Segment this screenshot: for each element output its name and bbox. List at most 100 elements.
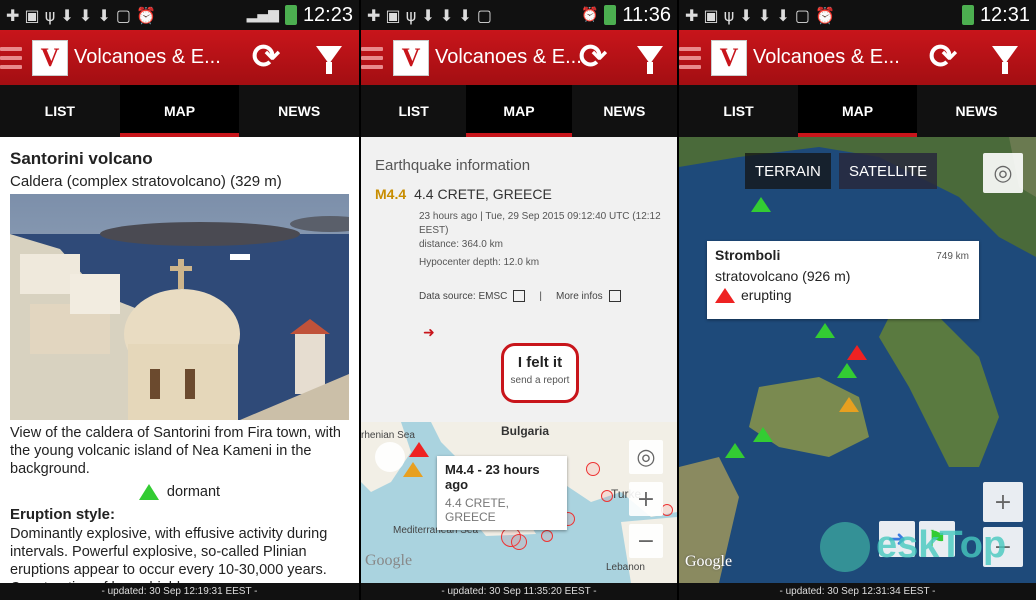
- magnitude: M4.4: [375, 186, 407, 202]
- quake-marker[interactable]: [586, 462, 600, 476]
- arrow-right-icon[interactable]: ➜: [423, 324, 663, 341]
- volcano-info-window[interactable]: Stromboli 749 km stratovolcano (926 m) e…: [707, 241, 979, 319]
- volcano-photo: [10, 194, 349, 420]
- refresh-icon[interactable]: ⟳: [925, 39, 961, 75]
- tab-map[interactable]: MAP: [466, 85, 572, 137]
- battery-icon: [604, 5, 617, 25]
- update-footer: - updated: 30 Sep 12:31:34 EEST -: [679, 583, 1036, 600]
- earthquake-summary: M4.4 4.4 CRETE, GREECE: [375, 186, 663, 202]
- battery-icon: [961, 5, 974, 25]
- terrain-button[interactable]: TERRAIN: [745, 153, 831, 189]
- quake-info-window[interactable]: M4.4 - 23 hours ago 4.4 CRETE, GREECE: [437, 456, 567, 530]
- tab-list[interactable]: LIST: [0, 85, 120, 137]
- info-title: M4.4 - 23 hours ago: [445, 462, 540, 492]
- earthquake-time: 23 hours ago | Tue, 29 Sep 2015 09:12:40…: [419, 211, 661, 236]
- tab-news[interactable]: NEWS: [917, 85, 1036, 137]
- quake-marker[interactable]: [601, 490, 613, 502]
- tab-news[interactable]: NEWS: [572, 85, 677, 137]
- app-logo: V: [32, 39, 68, 76]
- menu-icon[interactable]: [0, 46, 22, 69]
- tab-bar: LIST MAP NEWS: [679, 85, 1036, 137]
- tab-map[interactable]: MAP: [119, 85, 240, 137]
- quake-marker[interactable]: [541, 530, 553, 542]
- tab-list[interactable]: LIST: [679, 85, 798, 137]
- google-logo: Google: [365, 552, 413, 569]
- volcano-marker[interactable]: [837, 363, 857, 378]
- volcano-marker[interactable]: [847, 345, 867, 360]
- info-volcano-name: Stromboli: [715, 247, 781, 263]
- zoom-out-button[interactable]: −: [629, 524, 663, 558]
- app-title: Volcanoes & E...: [74, 46, 221, 68]
- refresh-icon[interactable]: ⟳: [575, 39, 611, 75]
- volcano-marker[interactable]: [751, 197, 771, 212]
- status-label: dormant: [166, 484, 221, 500]
- app-bar: V Volcanoes & E... ⟳: [361, 30, 677, 85]
- notification-icons: ✚ ▣ ψ ⬇ ⬇ ⬇ ▢ ⏰: [6, 5, 156, 25]
- menu-icon[interactable]: [361, 46, 383, 69]
- info-location: 4.4 CRETE, GREECE: [445, 496, 510, 524]
- status-bar: ✚ ▣ ψ ⬇ ⬇ ⬇ ▢ ⏰ ▂▄▆ 12:23: [0, 0, 359, 30]
- volcano-status: dormant: [10, 484, 349, 501]
- info-status-label: erupting: [741, 287, 792, 303]
- quake-marker[interactable]: [511, 534, 527, 550]
- external-link-icon[interactable]: [608, 290, 621, 302]
- volcano-marker[interactable]: [725, 443, 745, 458]
- zoom-in-button[interactable]: +: [983, 482, 1023, 522]
- zoom-in-button[interactable]: +: [629, 482, 663, 516]
- external-link-icon[interactable]: [513, 290, 526, 302]
- volcano-marker[interactable]: [753, 427, 773, 442]
- app-bar: V Volcanoes & E... ⟳: [679, 30, 1036, 85]
- my-location-icon[interactable]: ◎: [629, 440, 663, 474]
- earthquake-map[interactable]: rhenian Sea Bulgaria Turke Mediterranean…: [361, 422, 677, 583]
- alarm-icon: ⏰: [580, 7, 599, 23]
- tab-bar: LIST MAP NEWS: [0, 85, 359, 137]
- panel-earthquake: ✚ ▣ ψ ⬇ ⬇ ⬇ ▢ ⏰ 11:36 V Volcanoes & E...…: [361, 0, 677, 600]
- status-bar: ✚ ▣ ψ ⬇ ⬇ ⬇ ▢ ⏰ 12:31: [679, 0, 1036, 30]
- filter-icon[interactable]: [637, 46, 663, 74]
- volcano-marker[interactable]: [409, 442, 429, 457]
- satellite-map[interactable]: TERRAIN SATELLITE ◎ Stromboli 749 km str…: [679, 137, 1036, 583]
- my-location-icon[interactable]: ◎: [983, 153, 1023, 193]
- volcano-marker[interactable]: [815, 323, 835, 338]
- tab-news[interactable]: NEWS: [239, 85, 359, 137]
- menu-icon[interactable]: [679, 46, 701, 69]
- volcano-type: Caldera (complex stratovolcano) (329 m): [10, 173, 282, 190]
- satellite-button[interactable]: SATELLITE: [839, 153, 938, 189]
- hypocenter-depth: Hypocenter depth: 12.0 km: [419, 257, 540, 268]
- felt-it-button[interactable]: I felt it send a report: [501, 343, 579, 403]
- dormant-icon: [138, 484, 159, 501]
- filter-icon[interactable]: [992, 46, 1018, 74]
- earthquake-heading: Earthquake information: [375, 157, 531, 174]
- watermark-text: eskTop: [876, 524, 1007, 566]
- battery-icon: [284, 5, 297, 25]
- clock: 11:36: [622, 3, 671, 26]
- refresh-icon[interactable]: ⟳: [248, 39, 284, 75]
- panel-list: ✚ ▣ ψ ⬇ ⬇ ⬇ ▢ ⏰ ▂▄▆ 12:23 V Volcanoes & …: [0, 0, 359, 600]
- watermark-logo-icon: [820, 522, 870, 572]
- panel-satellite-map: ✚ ▣ ψ ⬇ ⬇ ⬇ ▢ ⏰ 12:31 V Volcanoes & E...…: [679, 0, 1036, 600]
- google-logo: Google: [685, 553, 733, 570]
- separator: |: [539, 290, 542, 302]
- compass-icon[interactable]: [375, 442, 405, 472]
- info-distance: 749 km: [936, 251, 969, 262]
- tab-list[interactable]: LIST: [361, 85, 466, 137]
- update-footer: - updated: 30 Sep 12:19:31 EEST -: [0, 583, 359, 600]
- more-infos-link[interactable]: More infos: [556, 291, 603, 302]
- earthquake-distance: distance: 364.0 km: [419, 239, 503, 250]
- volcano-detail: Santorini volcano Caldera (complex strat…: [0, 137, 359, 596]
- app-bar: V Volcanoes & E... ⟳: [0, 30, 359, 85]
- status-bar: ✚ ▣ ψ ⬇ ⬇ ⬇ ▢ ⏰ 11:36: [361, 0, 677, 30]
- data-source-link[interactable]: Data source: EMSC: [419, 291, 507, 302]
- info-status: erupting: [715, 287, 971, 303]
- volcano-marker[interactable]: [403, 462, 423, 477]
- watermark: eskTop: [820, 520, 1020, 580]
- earthquake-location: 4.4 CRETE, GREECE: [414, 186, 552, 202]
- signal-icon: ▂▄▆: [246, 7, 279, 23]
- filter-icon[interactable]: [316, 46, 342, 74]
- update-footer: - updated: 30 Sep 11:35:20 EEST -: [361, 583, 677, 600]
- tab-map[interactable]: MAP: [798, 85, 917, 137]
- app-title: Volcanoes & E...: [753, 46, 900, 68]
- volcano-marker[interactable]: [839, 397, 859, 412]
- map-label-tyrrhenian: rhenian Sea: [361, 430, 415, 441]
- app-logo: V: [711, 39, 747, 76]
